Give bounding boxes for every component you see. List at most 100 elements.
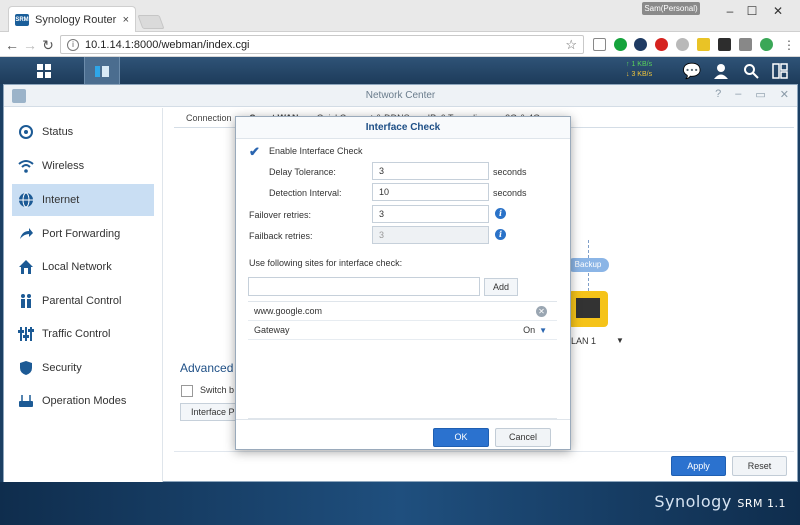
switch-checkbox[interactable] [181, 385, 193, 397]
sidebar-item-label: Security [42, 362, 82, 374]
list-item[interactable]: Gateway On ▼ [248, 321, 557, 340]
minimize-window-icon[interactable]: – [735, 88, 741, 101]
failback-info-icon[interactable]: i [495, 229, 506, 240]
browser-toolbar: ← → ↻ i 10.1.14.1:8000/webman/index.cgi … [0, 32, 800, 57]
sidebar-item-label: Operation Modes [42, 395, 127, 407]
extension-icon[interactable] [676, 38, 689, 51]
interval-unit: seconds [493, 188, 527, 198]
new-tab-button[interactable] [137, 15, 165, 29]
extension-icon[interactable] [739, 38, 752, 51]
footer-divider [174, 451, 794, 452]
upload-speed: ↑ 1 KB/s [626, 61, 653, 68]
failover-retries-label: Failover retries: [249, 210, 312, 220]
address-bar[interactable]: i 10.1.14.1:8000/webman/index.cgi ☆ [60, 35, 584, 54]
close-window-icon[interactable]: ✕ [768, 4, 788, 18]
lan-dropdown-caret-icon[interactable]: ▼ [616, 336, 624, 345]
gateway-state[interactable]: On [523, 325, 535, 335]
site-info-icon[interactable]: i [67, 38, 79, 51]
forward-icon[interactable]: → [22, 37, 38, 53]
sidebar-item-security[interactable]: Security [12, 352, 154, 384]
failover-retries-input[interactable]: 3 [372, 205, 489, 223]
extension-icon[interactable] [718, 38, 731, 51]
sidebar-item-port-forwarding[interactable]: Port Forwarding [12, 218, 154, 250]
extension-icon[interactable] [614, 38, 627, 51]
url-text: 10.1.14.1:8000/webman/index.cgi [85, 38, 250, 51]
cancel-button[interactable]: Cancel [495, 428, 551, 447]
minimize-icon[interactable]: – [720, 4, 740, 18]
sidebar-item-label: Traffic Control [42, 328, 111, 340]
interface-priority-button[interactable]: Interface P [180, 403, 238, 421]
sidebar-item-internet[interactable]: Internet [12, 184, 154, 216]
tab-connection[interactable]: Connection [186, 108, 232, 128]
back-icon[interactable]: ← [4, 37, 20, 53]
family-icon [18, 293, 34, 309]
sidebar-item-operation-modes[interactable]: Operation Modes [12, 385, 154, 417]
reset-button[interactable]: Reset [732, 456, 787, 476]
profile-badge[interactable]: Sam(Personal) [642, 2, 700, 15]
sites-label: Use following sites for interface check: [249, 258, 403, 268]
list-item[interactable]: www.google.com ✕ [248, 302, 557, 321]
site-list: www.google.com ✕ Gateway On ▼ [248, 301, 557, 419]
ethernet-port-icon [568, 291, 608, 327]
site-input[interactable] [248, 277, 480, 296]
reload-icon[interactable]: ↻ [40, 37, 56, 53]
sidebar-item-parental-control[interactable]: Parental Control [12, 285, 154, 317]
arrow-icon [18, 226, 34, 242]
chevron-down-icon[interactable]: ▼ [539, 326, 547, 335]
user-icon[interactable] [709, 57, 733, 84]
sidebar-item-label: Status [42, 126, 74, 138]
brand-name: Synology [654, 492, 732, 511]
brand-product: SRM 1.1 [737, 497, 786, 510]
ok-button[interactable]: OK [433, 428, 489, 447]
network-speed: ↑ 1 KB/s ↓ 3 KB/s [626, 60, 652, 80]
close-window-icon[interactable]: ✕ [780, 88, 789, 101]
sidebar-item-wireless[interactable]: Wireless [12, 150, 154, 182]
interface-check-dialog: Interface Check ✔ Enable Interface Check… [235, 116, 571, 450]
close-tab-icon[interactable]: × [123, 14, 129, 26]
failover-info-icon[interactable]: i [495, 208, 506, 219]
browser-tab[interactable]: SRM Synology Router - Synolo × [8, 6, 136, 32]
maximize-window-icon[interactable]: ▭ [755, 88, 765, 101]
apply-button[interactable]: Apply [671, 456, 726, 476]
sidebar-item-label: Local Network [42, 261, 112, 273]
checkmark-icon[interactable]: ✔ [249, 145, 261, 158]
delay-tolerance-label: Delay Tolerance: [269, 167, 336, 177]
failback-retries-input[interactable]: 3 [372, 226, 489, 244]
shield-icon [18, 360, 34, 376]
delay-tolerance-input[interactable]: 3 [372, 162, 489, 180]
dialog-title: Interface Check [236, 117, 570, 139]
add-site-button[interactable]: Add [484, 278, 518, 296]
menu-kebab-icon[interactable]: ⋮ [781, 37, 797, 53]
download-speed: ↓ 3 KB/s [626, 71, 653, 78]
sidebar-item-traffic-control[interactable]: Traffic Control [12, 318, 154, 350]
remove-icon[interactable]: ✕ [536, 305, 547, 317]
sidebar-item-label: Wireless [42, 160, 85, 172]
wifi-icon [18, 158, 34, 174]
switch-label: Switch b [200, 385, 235, 395]
network-center-taskbar-icon[interactable] [84, 57, 120, 84]
main-menu-icon[interactable] [30, 57, 58, 84]
sidebar-item-label: Internet [42, 194, 80, 206]
maximize-icon[interactable]: ☐ [742, 4, 762, 18]
chat-icon[interactable]: 💬 [680, 57, 704, 84]
window-header[interactable]: Network Center ? – ▭ ✕ [4, 85, 797, 107]
adblock-icon[interactable] [655, 38, 668, 51]
search-icon[interactable] [739, 57, 763, 84]
extension-icon[interactable] [697, 38, 710, 51]
synology-favicon-icon: SRM [15, 13, 29, 26]
extension-icon[interactable] [760, 38, 773, 51]
cast-icon[interactable] [593, 38, 606, 51]
window-title: Network Center [365, 90, 436, 101]
detection-interval-input[interactable]: 10 [372, 183, 489, 201]
brand-logo: Synology SRM 1.1 [654, 492, 786, 511]
router-icon [18, 393, 34, 409]
extension-icon[interactable] [634, 38, 647, 51]
bookmark-star-icon[interactable]: ☆ [565, 37, 577, 53]
widgets-icon[interactable] [768, 57, 792, 84]
failback-retries-label: Failback retries: [249, 231, 313, 241]
help-icon[interactable]: ? [715, 88, 721, 101]
desktop-background: Synology SRM 1.1 [0, 482, 800, 525]
sidebar-item-local-network[interactable]: Local Network [12, 251, 154, 283]
enable-interface-check-label: Enable Interface Check [269, 146, 363, 156]
sidebar-item-status[interactable]: Status [12, 116, 154, 148]
